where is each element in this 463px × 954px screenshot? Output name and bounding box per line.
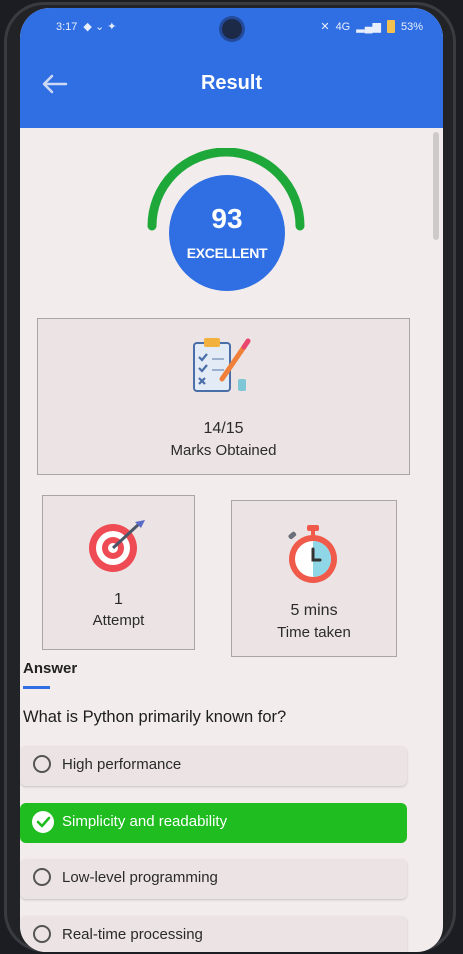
option-label: Low-level programming <box>62 869 218 886</box>
option-high-performance[interactable]: High performance <box>20 746 407 786</box>
scrollbar[interactable] <box>433 132 439 240</box>
notification-icon: ◆ ⌄ ✦ <box>83 21 117 33</box>
signal-icon: ▂▄▆ <box>356 21 381 33</box>
time-value: 5 mins <box>290 602 338 619</box>
battery-percent: 53% <box>400 20 423 33</box>
attempt-card: 1 Attempt <box>42 495 195 650</box>
option-real-time[interactable]: Real-time processing <box>20 916 407 952</box>
tab-indicator <box>23 686 50 689</box>
check-circle-icon <box>32 811 54 833</box>
radio-unchecked-icon <box>33 868 51 886</box>
marks-label: Marks Obtained <box>170 442 277 459</box>
target-icon <box>89 520 145 572</box>
time-card: 5 mins Time taken <box>231 500 397 657</box>
marks-value: 14/15 <box>203 420 244 437</box>
option-simplicity-readability[interactable]: Simplicity and readability <box>20 803 407 843</box>
camera-notch <box>222 19 242 39</box>
app-screen: 3:17 ◆ ⌄ ✦ ✕ 4G ▂▄▆ 53% Result 93 EXCELL… <box>20 8 443 952</box>
page-title: Result <box>200 72 263 94</box>
score-label: EXCELLENT <box>186 245 268 261</box>
attempt-value: 1 <box>114 591 123 608</box>
marks-card: 14/15 Marks Obtained <box>37 318 410 475</box>
score-value: 93 <box>211 203 243 234</box>
network-type: 4G <box>335 20 351 33</box>
stopwatch-icon <box>288 525 337 583</box>
question-text: What is Python primarily known for? <box>23 708 287 726</box>
clock: 3:17 <box>56 20 78 33</box>
radio-unchecked-icon <box>33 925 51 943</box>
score-gauge: 93 EXCELLENT <box>140 148 312 303</box>
mute-icon: ✕ <box>320 21 330 33</box>
radio-unchecked-icon <box>33 755 51 773</box>
option-label: High performance <box>62 756 182 773</box>
option-label: Simplicity and readability <box>62 813 228 830</box>
checklist-icon <box>193 338 251 392</box>
app-bar: 3:17 ◆ ⌄ ✦ ✕ 4G ▂▄▆ 53% Result <box>20 8 443 128</box>
time-label: Time taken <box>277 624 351 641</box>
score-circle: 93 EXCELLENT <box>169 175 285 291</box>
option-label: Real-time processing <box>62 926 203 943</box>
phone-frame: 3:17 ◆ ⌄ ✦ ✕ 4G ▂▄▆ 53% Result 93 EXCELL… <box>4 2 456 952</box>
battery-icon <box>386 20 395 33</box>
option-low-level[interactable]: Low-level programming <box>20 859 407 899</box>
attempt-label: Attempt <box>92 612 145 629</box>
tab-answer[interactable]: Answer <box>23 660 77 677</box>
